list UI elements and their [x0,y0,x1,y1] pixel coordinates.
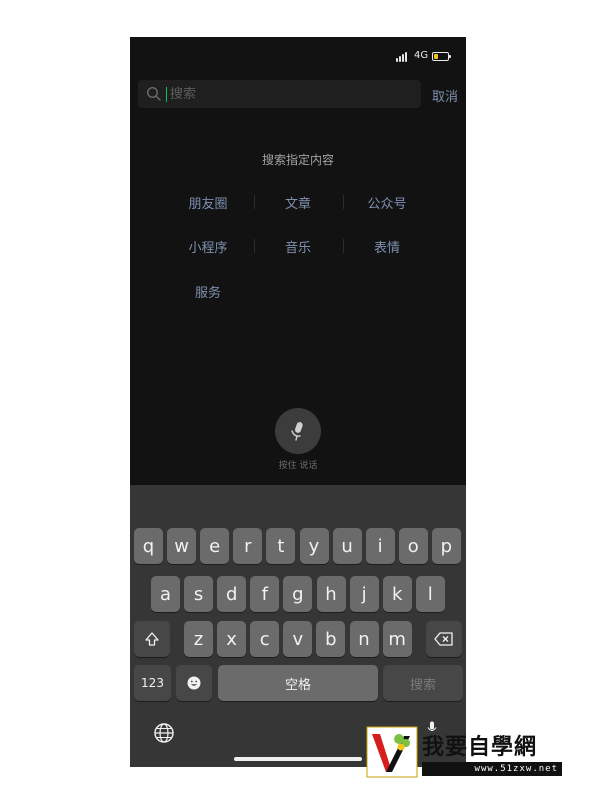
key-x[interactable]: x [217,621,247,657]
key-d[interactable]: d [217,576,247,612]
key-r[interactable]: r [233,528,263,564]
key-m[interactable]: m [382,621,412,657]
key-s[interactable]: s [184,576,214,612]
watermark: 我要自學網 www.51zxw.net [364,724,564,780]
text-caret [166,87,167,102]
search-key[interactable]: 搜索 [383,665,463,701]
search-input[interactable] [170,83,410,105]
category-articles[interactable]: 文章 [253,193,343,212]
key-l[interactable]: l [415,576,445,612]
section-title: 搜索指定内容 [261,153,334,167]
category-moments[interactable]: 朋友圈 [163,193,253,212]
status-bar: 4G [130,37,466,77]
emoji-icon [187,676,201,690]
key-b[interactable]: b [316,621,346,657]
delete-key[interactable] [426,621,462,657]
key-a[interactable]: a [151,576,180,612]
space-key[interactable]: 空格 [218,665,378,701]
globe-icon[interactable] [152,721,176,745]
key-t[interactable]: t [266,528,296,564]
signal-icon [396,52,408,62]
key-h[interactable]: h [316,576,346,612]
key-q[interactable]: q [134,528,163,564]
category-stickers[interactable]: 表情 [342,237,432,256]
watermark-site: www.51zxw.net [422,762,562,776]
key-i[interactable]: i [365,528,395,564]
key-g[interactable]: g [283,576,313,612]
key-v[interactable]: v [283,621,313,657]
key-f[interactable]: f [250,576,280,612]
category-services[interactable]: 服务 [163,282,253,301]
watermark-logo-icon [366,726,418,778]
key-o[interactable]: o [398,528,428,564]
search-icon [146,86,161,101]
category-music[interactable]: 音乐 [253,237,343,256]
key-j[interactable]: j [349,576,379,612]
key-u[interactable]: u [332,528,362,564]
watermark-brand: 我要自學網 [422,735,538,760]
key-n[interactable]: n [349,621,379,657]
voice-label: 按住 说话 [278,461,318,471]
backspace-icon [434,632,453,646]
home-indicator [234,757,362,761]
network-type: 4G [414,50,429,61]
category-mini-programs[interactable]: 小程序 [163,237,253,256]
key-y[interactable]: y [299,528,329,564]
microphone-icon [291,422,303,441]
key-z[interactable]: z [184,621,213,657]
key-k[interactable]: k [382,576,412,612]
key-p[interactable]: p [431,528,461,564]
key-w[interactable]: w [167,528,197,564]
emoji-key[interactable] [176,665,212,701]
voice-button[interactable] [275,408,321,454]
search-bar[interactable] [138,80,421,108]
cancel-button[interactable]: 取消 [432,86,458,105]
key-e[interactable]: e [200,528,230,564]
category-official-accounts[interactable]: 公众号 [342,193,432,212]
phone-screen: 4G 取消 搜索指定内容 朋友圈 文章 公众号 小程序 音乐 表情 服务 按住 … [130,37,466,767]
numbers-key[interactable]: 123 [134,665,171,701]
shift-icon [145,632,159,646]
key-c[interactable]: c [250,621,280,657]
shift-key[interactable] [134,621,170,657]
battery-icon [432,52,451,61]
